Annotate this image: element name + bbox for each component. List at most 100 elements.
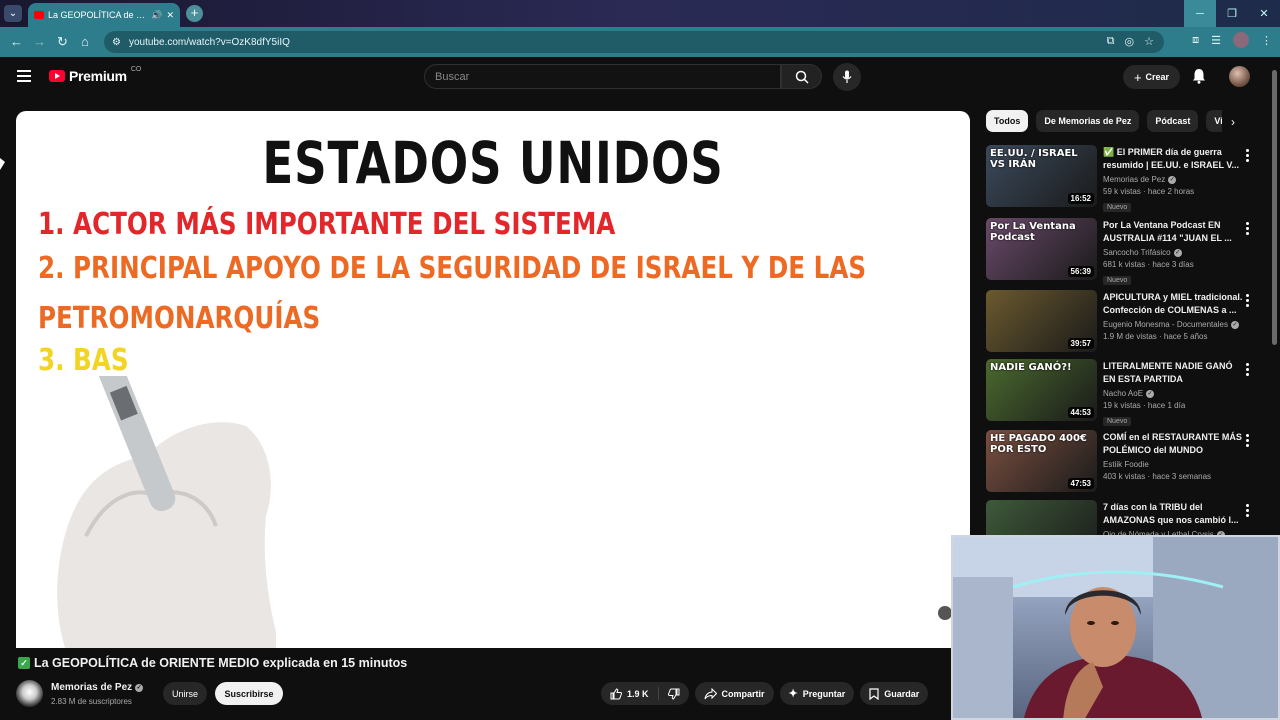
more-options-icon[interactable] (1246, 294, 1250, 309)
browser-menu-icon[interactable]: ⋮ (1261, 34, 1272, 47)
logo-region: CO (130, 65, 142, 73)
more-options-icon[interactable] (1246, 222, 1250, 237)
recommendation-channel[interactable]: Memorias de Pez ✓ (1103, 175, 1243, 184)
recommendations-list: EE.UU. / ISRAEL VS IRÁN 16:52 ✅ El PRIME… (986, 145, 1262, 535)
recommendation-item[interactable]: 39:57 APICULTURA y MIEL tradicional. Con… (986, 290, 1262, 354)
channel-avatar[interactable] (16, 680, 43, 707)
ask-button[interactable]: ✦ Preguntar (779, 682, 855, 705)
join-button[interactable]: Unirse (163, 682, 207, 705)
search-icon (795, 70, 809, 84)
video-thumbnail[interactable] (986, 500, 1097, 535)
recommendation-info: LITERALMENTE NADIE GANÓ EN ESTA PARTIDA … (1103, 360, 1243, 428)
back-icon[interactable]: ← (10, 34, 23, 49)
tab-title: La GEOPOLÍTICA de ORIENTE MEDIO explicad… (48, 10, 147, 20)
chip-podcast[interactable]: Pódcast (1147, 110, 1199, 132)
home-icon[interactable]: ⌂ (81, 34, 89, 49)
extensions-area: ⧈ ☰ ⋮ (1192, 32, 1272, 48)
close-tab-icon[interactable]: ✕ (166, 10, 174, 21)
video-title: ✓ La GEOPOLÍTICA de ORIENTE MEDIO explic… (18, 656, 407, 670)
recommendation-channel[interactable]: Eugenio Monesma - Documentales ✓ (1103, 320, 1243, 329)
forward-icon[interactable]: → (33, 34, 46, 49)
video-thumbnail[interactable]: HE PAGADO 400€ POR ESTO 47:53 (986, 430, 1097, 492)
recommendation-title[interactable]: LITERALMENTE NADIE GANÓ EN ESTA PARTIDA (1103, 360, 1243, 386)
recommendation-title[interactable]: Por La Ventana Podcast EN AUSTRALIA #114… (1103, 219, 1243, 245)
chip-channel[interactable]: De Memorias de Pez (1036, 110, 1140, 132)
search-input[interactable]: Buscar (424, 64, 781, 89)
new-tab-button[interactable]: + (186, 5, 203, 22)
account-avatar[interactable] (1229, 66, 1250, 87)
page-scrollbar[interactable] (1272, 70, 1277, 345)
dislike-button[interactable] (659, 682, 689, 705)
share-button[interactable]: Compartir (694, 682, 774, 705)
video-thumbnail[interactable]: 39:57 (986, 290, 1097, 352)
recommendation-channel[interactable]: Sancocho Trifásico ✓ (1103, 248, 1243, 257)
recommendation-item[interactable]: HE PAGADO 400€ POR ESTO 47:53 COMÍ en el… (986, 430, 1262, 494)
recommendation-item[interactable]: NADIE GANÓ?! 44:53 LITERALMENTE NADIE GA… (986, 359, 1262, 426)
subscribe-button[interactable]: Suscribirse (215, 682, 283, 705)
logo-text: Premium (69, 68, 127, 84)
close-window-icon[interactable]: ✕ (1248, 0, 1280, 27)
recommendation-meta: 403 k vistas · hace 3 semanas (1103, 472, 1212, 481)
share-label: Compartir (721, 688, 765, 699)
thumbnail-text: HE PAGADO 400€ POR ESTO (990, 433, 1087, 455)
restore-icon[interactable]: ❐ (1216, 0, 1248, 27)
recommendation-info: ✅ El PRIMER día de guerra resumido | EE.… (1103, 146, 1243, 214)
recommendation-meta: 681 k vistas · hace 3 días (1103, 260, 1194, 269)
tab-search-button[interactable]: ⌄ (4, 5, 22, 22)
more-options-icon[interactable] (1246, 434, 1250, 449)
notifications-button[interactable] (1192, 68, 1206, 89)
recommendation-item[interactable]: Por La Ventana Podcast 56:39 Por La Vent… (986, 218, 1262, 285)
reading-list-icon[interactable]: ☰ (1211, 34, 1221, 47)
reload-icon[interactable]: ↻ (57, 34, 68, 50)
video-thumbnail[interactable]: EE.UU. / ISRAEL VS IRÁN 16:52 (986, 145, 1097, 207)
chip-todos[interactable]: Todos (986, 110, 1029, 132)
checkmark-icon: ✓ (18, 657, 30, 669)
youtube-premium-logo[interactable]: Premium CO (49, 65, 142, 84)
extensions-icon[interactable]: ⧈ (1192, 34, 1199, 47)
recommendation-title[interactable]: COMÍ en el RESTAURANTE MÁS POLÉMICO del … (1103, 431, 1243, 457)
duration-badge: 16:52 (1067, 193, 1094, 204)
more-options-icon[interactable] (1246, 504, 1250, 519)
recommendation-channel[interactable]: Estiik Foodie (1103, 460, 1243, 469)
install-app-icon[interactable]: ⧉ (1107, 35, 1115, 48)
video-thumbnail[interactable]: NADIE GANÓ?! 44:53 (986, 359, 1097, 421)
chevron-right-icon[interactable]: › (1231, 115, 1235, 129)
like-button[interactable]: 1.9 K (601, 682, 658, 705)
channel-text: Sancocho Trifásico (1103, 248, 1171, 257)
recommendation-item[interactable]: 7 días con la TRIBU del AMAZONAS que nos… (986, 500, 1262, 535)
channel-text: Estiik Foodie (1103, 460, 1149, 469)
profile-avatar-icon[interactable] (1233, 32, 1249, 48)
tracking-icon[interactable]: ◎ (1125, 35, 1135, 48)
create-button[interactable]: + Crear (1123, 65, 1180, 89)
site-info-icon[interactable]: ⚙ (112, 37, 121, 48)
save-button[interactable]: Guardar (860, 682, 929, 705)
search-button[interactable] (781, 64, 822, 89)
bell-icon (1193, 69, 1205, 84)
recommendation-title[interactable]: ✅ El PRIMER día de guerra resumido | EE.… (1103, 146, 1243, 172)
duration-badge: 44:53 (1067, 407, 1094, 418)
duration-badge: 39:57 (1067, 338, 1094, 349)
menu-icon[interactable] (17, 70, 31, 82)
more-options-icon[interactable] (1246, 363, 1250, 378)
video-thumbnail[interactable]: Por La Ventana Podcast 56:39 (986, 218, 1097, 280)
channel-name[interactable]: Memorias de Pez ✓ (51, 682, 144, 693)
recommendation-title[interactable]: APICULTURA y MIEL tradicional. Confecció… (1103, 291, 1243, 317)
new-badge: Nuevo (1103, 417, 1132, 426)
video-player[interactable]: ESTADOS UNIDOS 1. ACTOR MÁS IMPORTANTE D… (16, 111, 970, 648)
minimize-icon[interactable]: ─ (1184, 0, 1216, 27)
voice-search-button[interactable] (833, 63, 861, 91)
more-options-icon[interactable] (1246, 149, 1250, 164)
recommendation-title[interactable]: 7 días con la TRIBU del AMAZONAS que nos… (1103, 501, 1243, 527)
thumbs-up-icon (610, 687, 622, 699)
address-bar[interactable]: ⚙ youtube.com/watch?v=OzK8dfY5iIQ ⧉ ◎ ☆ (104, 31, 1164, 53)
speaker-icon[interactable]: 🔊 (151, 10, 162, 21)
verified-icon: ✓ (135, 683, 144, 692)
recommendation-item[interactable]: EE.UU. / ISRAEL VS IRÁN 16:52 ✅ El PRIME… (986, 145, 1262, 212)
chip-videos[interactable]: Videos (1206, 110, 1222, 132)
mouse-cursor-icon (0, 158, 5, 170)
recommendation-channel[interactable]: Nacho AoE ✓ (1103, 389, 1243, 398)
active-tab[interactable]: La GEOPOLÍTICA de ORIENTE MEDIO explicad… (28, 3, 180, 27)
bookmark-star-icon[interactable]: ☆ (1144, 35, 1154, 48)
video-title-text: La GEOPOLÍTICA de ORIENTE MEDIO explicad… (34, 656, 408, 670)
plus-icon: + (1133, 69, 1142, 85)
